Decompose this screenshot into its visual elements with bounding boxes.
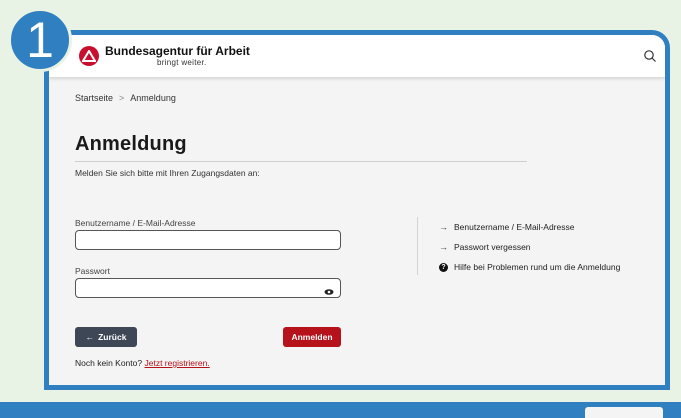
- back-button-label: Zurück: [98, 332, 127, 342]
- password-label: Passwort: [75, 266, 110, 276]
- browser-frame: Bundesagentur für Arbeit bringt weiter. …: [44, 30, 670, 390]
- register-prompt: Noch kein Konto?: [75, 358, 143, 368]
- title-divider: [75, 161, 527, 162]
- arrow-right-icon: →: [439, 222, 448, 232]
- help-link-label: Benutzername / E-Mail-Adresse: [454, 222, 575, 232]
- help-link-password[interactable]: → Passwort vergessen: [439, 242, 531, 252]
- intro-text: Melden Sie sich bitte mit Ihren Zugangsd…: [75, 168, 260, 178]
- ba-logo-icon[interactable]: [79, 46, 99, 66]
- bottom-tab-indicator: [585, 407, 663, 418]
- back-button[interactable]: ← Zurück: [75, 327, 137, 347]
- password-input[interactable]: [75, 278, 341, 298]
- vertical-divider: [417, 217, 418, 275]
- help-link-username[interactable]: → Benutzername / E-Mail-Adresse: [439, 222, 574, 232]
- register-link[interactable]: Jetzt registrieren.: [144, 358, 209, 368]
- breadcrumb: Startseite > Anmeldung: [75, 93, 176, 103]
- breadcrumb-separator: >: [119, 93, 125, 103]
- brand-tagline: bringt weiter.: [157, 58, 207, 67]
- arrow-right-icon: →: [439, 242, 448, 252]
- bottom-bar: [0, 402, 681, 418]
- site-header: Bundesagentur für Arbeit bringt weiter.: [49, 35, 665, 77]
- search-icon[interactable]: [643, 49, 657, 63]
- show-password-eye-icon[interactable]: [324, 284, 334, 295]
- help-link-label: Hilfe bei Problemen rund um die Anmeldun…: [454, 262, 621, 272]
- username-input[interactable]: [75, 230, 341, 250]
- brand-title: Bundesagentur für Arbeit: [105, 44, 250, 58]
- brand-logo-text[interactable]: Bundesagentur für Arbeit bringt weiter.: [105, 44, 250, 68]
- question-icon: ?: [439, 262, 448, 272]
- breadcrumb-current: Anmeldung: [130, 93, 176, 103]
- help-link-problems[interactable]: ? Hilfe bei Problemen rund um die Anmeld…: [439, 262, 620, 272]
- register-line: Noch kein Konto? Jetzt registrieren.: [75, 358, 210, 368]
- step-number-badge: 1: [8, 8, 72, 72]
- arrow-left-icon: ←: [85, 332, 95, 342]
- username-label: Benutzername / E-Mail-Adresse: [75, 218, 196, 228]
- breadcrumb-home[interactable]: Startseite: [75, 93, 113, 103]
- login-button[interactable]: Anmelden: [283, 327, 341, 347]
- login-button-label: Anmelden: [291, 332, 333, 342]
- page-title: Anmeldung: [75, 133, 187, 155]
- help-link-label: Passwort vergessen: [454, 242, 531, 252]
